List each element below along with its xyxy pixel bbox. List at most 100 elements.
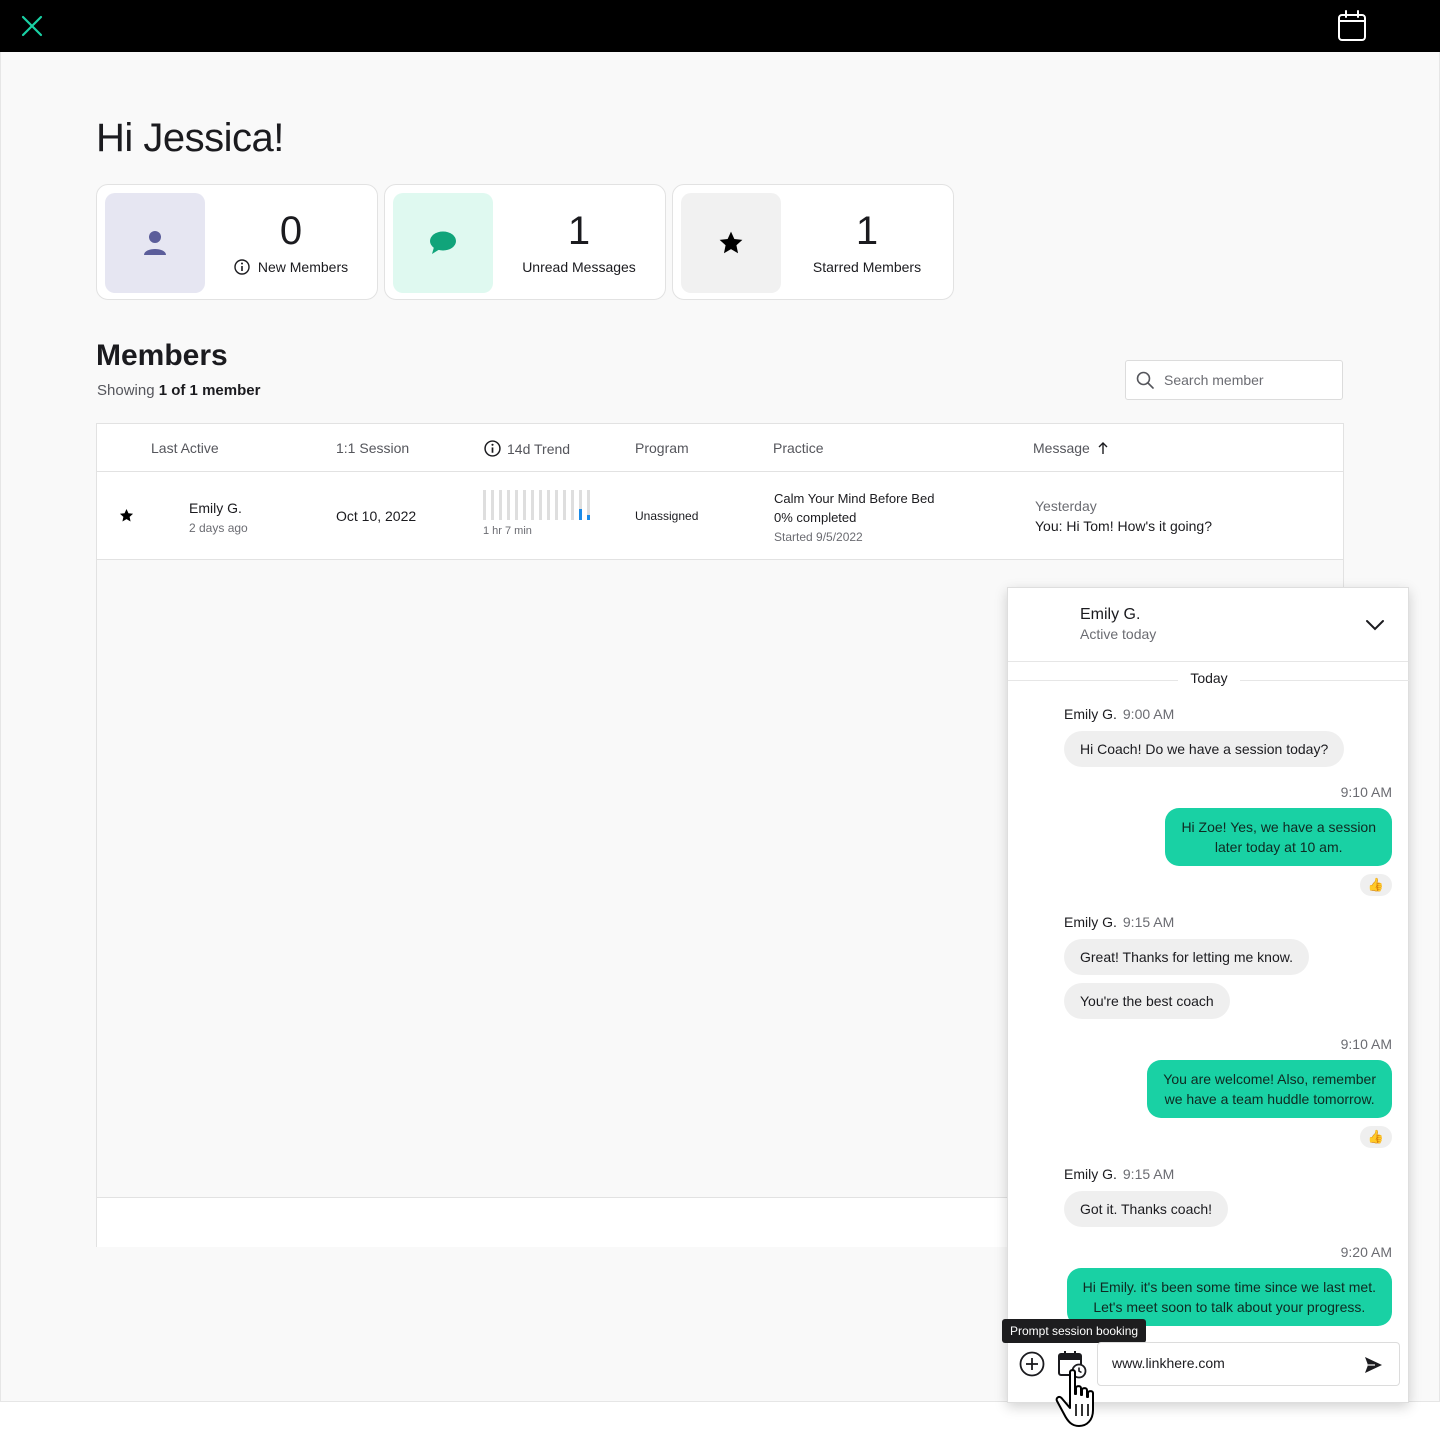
- column-label: 1:1 Session: [336, 440, 410, 456]
- message-input[interactable]: [1112, 1355, 1342, 1371]
- outgoing-message[interactable]: Hi Emily. it's been some time since we l…: [1066, 1268, 1392, 1326]
- message-time: 9:15 AM: [1122, 914, 1175, 930]
- stat-card-new-members[interactable]: 0 New Members: [96, 184, 378, 300]
- star-icon[interactable]: [119, 508, 134, 523]
- column-message[interactable]: Message: [1033, 440, 1110, 456]
- trend-bar: [491, 490, 494, 520]
- thumbs-up-reaction[interactable]: 👍: [1360, 1126, 1392, 1148]
- message-time: 9:10 AM: [1340, 784, 1392, 800]
- message-line: we have a team huddle tomorrow.: [1164, 1091, 1375, 1107]
- trend-bar: [515, 490, 518, 520]
- stat-value: 0: [279, 209, 303, 253]
- trend-bar: [483, 490, 486, 520]
- search-icon: [1136, 371, 1154, 389]
- column-trend[interactable]: 14d Trend: [484, 440, 570, 457]
- trend-caption: 1 hr 7 min: [483, 525, 532, 537]
- stat-card-unread-messages[interactable]: 1 Unread Messages: [384, 184, 666, 300]
- table-header: Last Active 1:1 Session 14d Trend Progra…: [97, 424, 1343, 472]
- members-count: Showing 1 of 1 member: [97, 382, 260, 399]
- chat-panel: Emily G. Active today Today Emily G. 9:00…: [1002, 587, 1410, 1403]
- close-icon[interactable]: [20, 14, 44, 38]
- search-member-input[interactable]: [1164, 372, 1324, 388]
- message-line: Hi Emily. it's been some time since we l…: [1082, 1279, 1376, 1295]
- star-icon: [719, 231, 743, 254]
- column-session[interactable]: 1:1 Session: [336, 440, 409, 456]
- message-line: later today at 10 am.: [1214, 839, 1343, 855]
- incoming-message[interactable]: Got it. Thanks coach!: [1064, 1191, 1229, 1227]
- message-composer[interactable]: [1097, 1342, 1400, 1386]
- add-attachment-icon[interactable]: [1019, 1351, 1045, 1377]
- column-label: Practice: [773, 440, 824, 456]
- column-last-active[interactable]: Last Active: [151, 440, 219, 456]
- message-sender: Emily G. 9:15 AM: [1064, 914, 1174, 930]
- column-label: Program: [635, 440, 689, 456]
- calendar-icon[interactable]: [1337, 10, 1367, 42]
- practice-title: Calm Your Mind Before Bed: [774, 491, 935, 506]
- trend-bar: [571, 490, 574, 520]
- table-row[interactable]: Emily G. 2 days ago Oct 10, 2022 1 hr 7 …: [97, 472, 1343, 560]
- thumbs-up-reaction[interactable]: 👍: [1360, 874, 1392, 896]
- trend-bar: [547, 490, 550, 520]
- column-practice[interactable]: Practice: [773, 440, 824, 456]
- stat-label-text: New Members: [257, 259, 349, 275]
- practice-started: Started 9/5/2022: [774, 530, 863, 544]
- greeting-title: Hi Jessica!: [96, 116, 284, 160]
- member-program: Unassigned: [635, 509, 699, 523]
- stat-label: New Members: [205, 259, 377, 275]
- trend-bar: [539, 490, 542, 520]
- date-divider-label: Today: [1178, 670, 1240, 686]
- stat-icon-box: [393, 193, 493, 293]
- stat-icon-box: [681, 193, 781, 293]
- message-time: 9:20 AM: [1340, 1244, 1392, 1260]
- stat-icon-box: [105, 193, 205, 293]
- outgoing-message[interactable]: You are welcome! Also, remember we have …: [1147, 1060, 1392, 1118]
- incoming-message[interactable]: You're the best coach: [1064, 983, 1230, 1019]
- sender-name: Emily G.: [1064, 914, 1117, 930]
- message-line: Let's meet soon to talk about your progr…: [1093, 1299, 1366, 1315]
- trend-bar: [507, 490, 510, 520]
- sender-name: Emily G.: [1064, 706, 1117, 722]
- trend-bar: [523, 490, 526, 520]
- info-icon[interactable]: [484, 440, 501, 457]
- chevron-down-icon[interactable]: [1364, 614, 1386, 636]
- stat-label: Unread Messages: [493, 259, 665, 275]
- date-divider-left: [1008, 680, 1178, 681]
- message-preview[interactable]: You: Hi Tom! How's it going?: [1035, 518, 1212, 534]
- tooltip-prompt-session-booking: Prompt session booking: [1002, 1319, 1147, 1343]
- message-line: You are welcome! Also, remember: [1163, 1071, 1376, 1087]
- stat-label-text: Starred Members: [812, 259, 922, 275]
- top-bar: [0, 0, 1440, 52]
- message-sender: Emily G. 9:00 AM: [1064, 706, 1174, 722]
- chat-member-status: Active today: [1080, 626, 1157, 642]
- message-line: Hi Zoe! Yes, we have a session: [1181, 819, 1376, 835]
- send-icon[interactable]: [1363, 1355, 1383, 1375]
- column-program[interactable]: Program: [635, 440, 689, 456]
- chat-member-name: Emily G.: [1080, 606, 1141, 623]
- column-label: Message: [1033, 440, 1090, 456]
- stat-value: 1: [567, 209, 591, 253]
- chat-header[interactable]: Emily G. Active today: [1008, 588, 1408, 662]
- stat-card-starred-members[interactable]: 1 Starred Members: [672, 184, 954, 300]
- chat-bubble-icon: [430, 231, 456, 254]
- member-name[interactable]: Emily G.: [189, 500, 242, 516]
- stat-label-text: Unread Messages: [522, 259, 636, 275]
- message-time: 9:15 AM: [1122, 1166, 1175, 1182]
- person-icon: [144, 231, 166, 255]
- search-member-box[interactable]: [1125, 360, 1343, 400]
- info-icon[interactable]: [234, 259, 250, 275]
- stat-value: 1: [855, 209, 879, 253]
- message-time: 9:00 AM: [1122, 706, 1175, 722]
- showing-prefix: Showing: [97, 382, 155, 399]
- practice-progress: 0% completed: [774, 510, 857, 525]
- incoming-message[interactable]: Hi Coach! Do we have a session today?: [1064, 731, 1345, 767]
- message-time: Yesterday: [1035, 498, 1097, 514]
- outgoing-message[interactable]: Hi Zoe! Yes, we have a session later tod…: [1165, 808, 1392, 866]
- trend-bar: [555, 490, 558, 520]
- sort-ascending-icon[interactable]: [1096, 441, 1110, 455]
- member-session-date: Oct 10, 2022: [336, 508, 417, 524]
- incoming-message[interactable]: Great! Thanks for letting me know.: [1064, 939, 1309, 975]
- calendar-clock-icon[interactable]: [1057, 1349, 1087, 1379]
- trend-bar: [531, 490, 534, 520]
- trend-bar-value: [587, 515, 590, 520]
- member-last-active: 2 days ago: [189, 521, 248, 535]
